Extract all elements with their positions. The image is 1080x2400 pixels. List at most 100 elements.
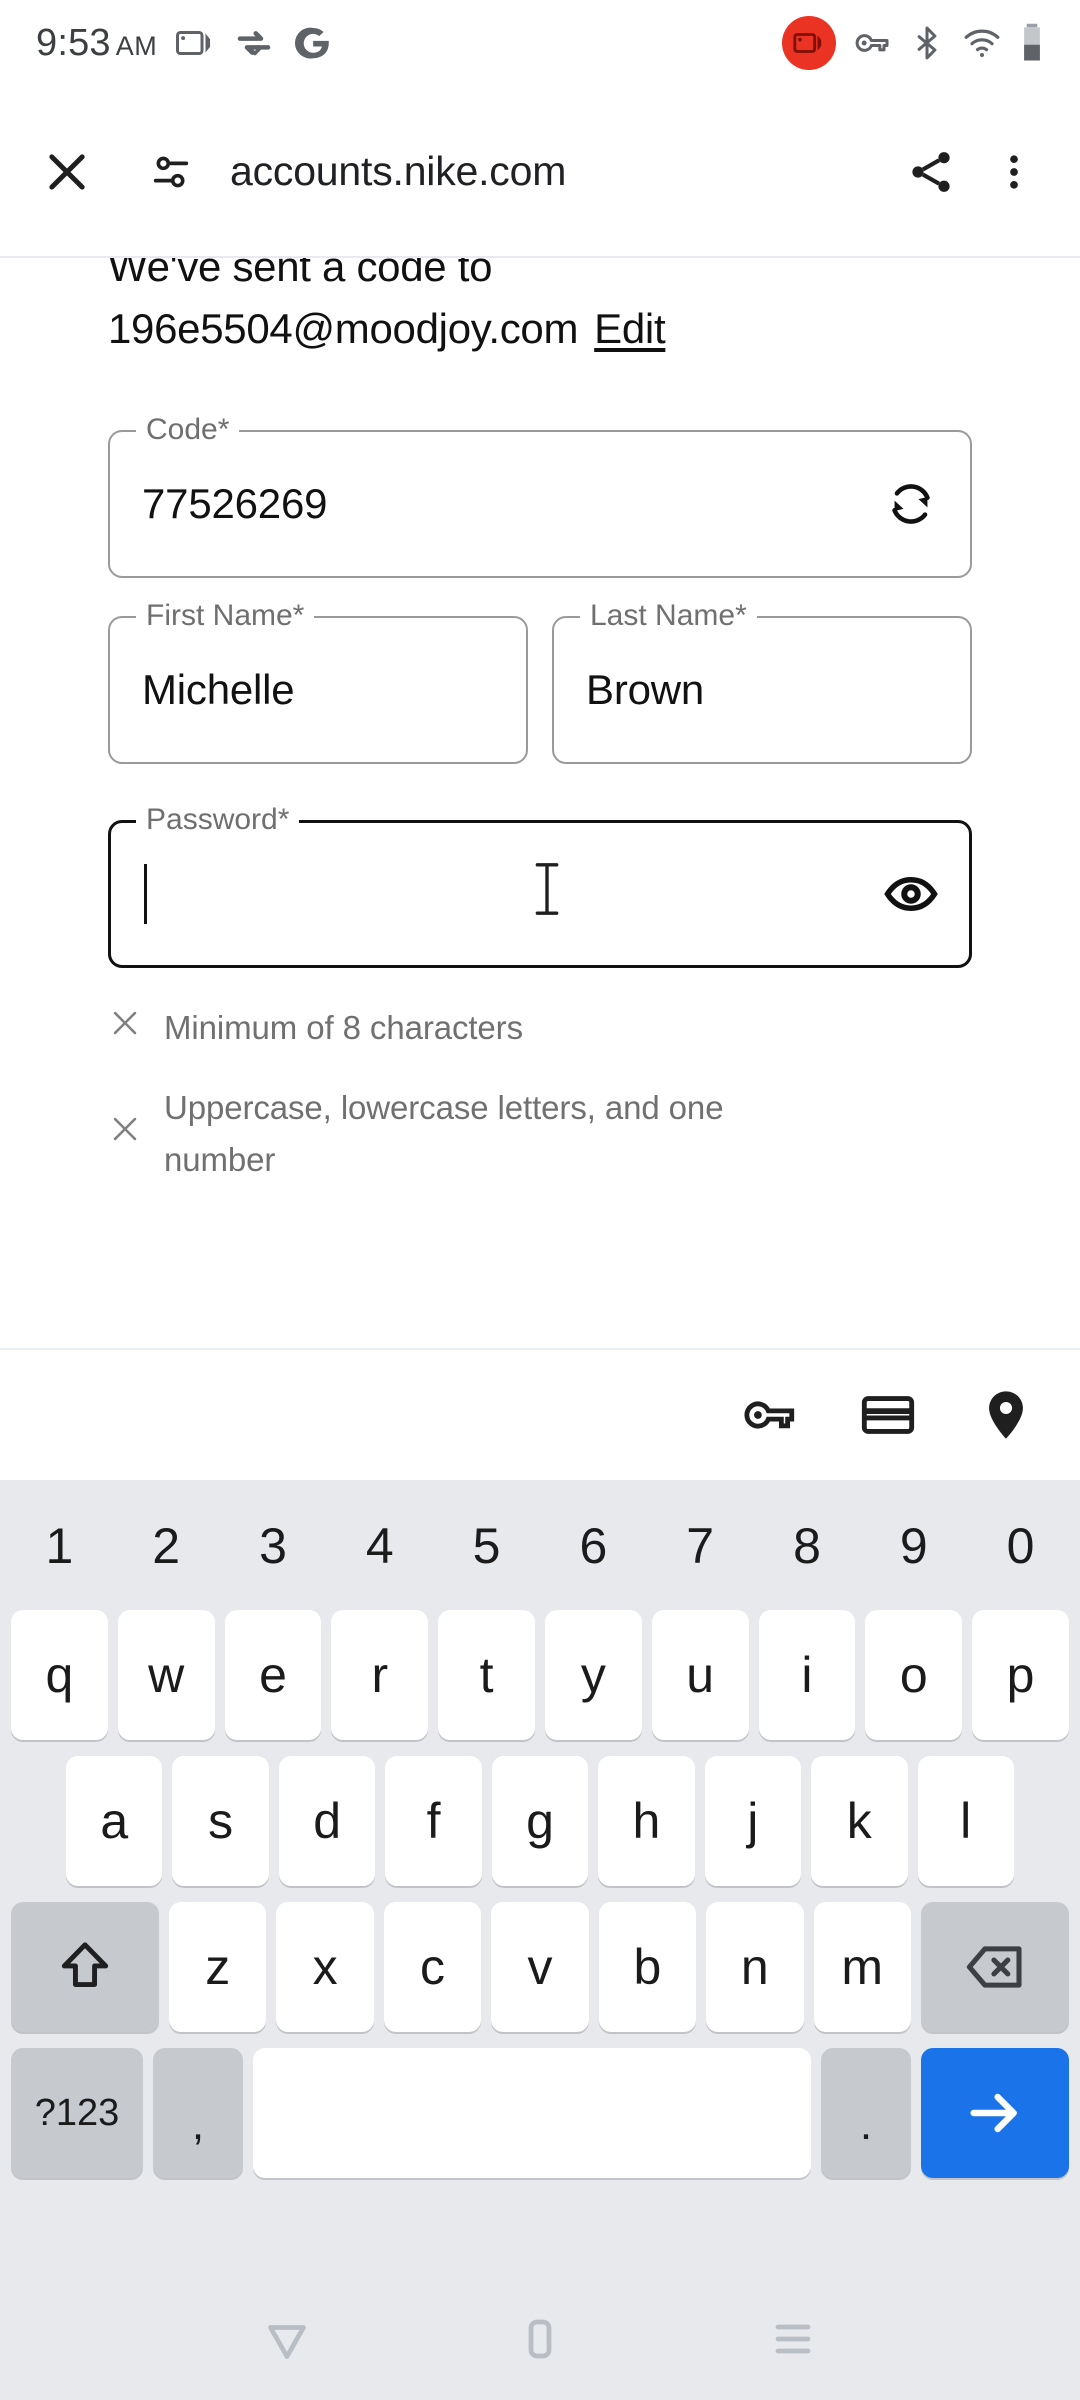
key-l[interactable]: l xyxy=(917,1756,1014,1886)
space-key[interactable] xyxy=(253,2048,811,2178)
code-field-value: 77526269 xyxy=(142,480,328,527)
key-g[interactable]: g xyxy=(491,1756,589,1886)
key-f[interactable]: f xyxy=(385,1756,482,1886)
key-h[interactable]: h xyxy=(598,1756,695,1886)
site-settings-icon[interactable] xyxy=(138,135,204,209)
sync-check-icon xyxy=(237,31,271,56)
key-a[interactable]: a xyxy=(66,1756,163,1886)
key-j[interactable]: j xyxy=(704,1756,802,1886)
key-t[interactable]: t xyxy=(438,1610,535,1740)
location-pin-icon[interactable] xyxy=(974,1383,1038,1447)
key-p[interactable]: p xyxy=(972,1610,1069,1740)
recents-icon[interactable] xyxy=(758,2304,828,2374)
code-sent-line-2: 196e5504@moodjoy.com Edit xyxy=(108,298,972,360)
vpn-key-icon xyxy=(855,34,889,52)
recipient-email: 196e5504@moodjoy.com xyxy=(108,305,579,352)
share-icon[interactable] xyxy=(894,135,968,209)
key-e[interactable]: e xyxy=(224,1610,322,1740)
key-n[interactable]: n xyxy=(706,1902,804,2032)
keyboard-bottom-row: ?123 , . xyxy=(6,2040,1074,2186)
close-x-icon xyxy=(113,1011,137,1035)
password-requirements: Minimum of 8 characters Uppercase, lower… xyxy=(108,1002,972,1186)
keyboard-suggestion-bar xyxy=(0,1348,1080,1480)
screen-cast-icon xyxy=(176,31,211,55)
key-9[interactable]: 9 xyxy=(860,1517,967,1575)
password-requirement-text: Minimum of 8 characters xyxy=(164,1009,523,1046)
key-1[interactable]: 1 xyxy=(6,1517,113,1575)
key-c[interactable]: c xyxy=(383,1902,482,2032)
eye-icon[interactable] xyxy=(880,863,942,925)
key-m[interactable]: m xyxy=(813,1902,911,2032)
password-field[interactable]: Password* xyxy=(108,801,972,968)
key-i[interactable]: i xyxy=(758,1610,856,1740)
key-o[interactable]: o xyxy=(865,1610,963,1740)
key-6[interactable]: 6 xyxy=(540,1517,647,1575)
password-requirement-item: Minimum of 8 characters xyxy=(108,1002,972,1054)
key-5[interactable]: 5 xyxy=(433,1517,540,1575)
first-name-field[interactable]: First Name* Michelle xyxy=(108,597,528,764)
url-text[interactable]: accounts.nike.com xyxy=(230,148,884,195)
code-field[interactable]: Code* 77526269 xyxy=(108,411,972,578)
status-bar-right xyxy=(782,16,1046,70)
edit-email-link[interactable]: Edit xyxy=(594,298,665,360)
status-bar-clock: 9:53 AM xyxy=(36,22,157,65)
key-s[interactable]: s xyxy=(172,1756,269,1886)
code-field-label: Code* xyxy=(136,411,240,449)
shift-icon[interactable] xyxy=(11,1902,159,2032)
name-fields-row: First Name* Michelle Last Name* Brown xyxy=(108,597,972,764)
key-y[interactable]: y xyxy=(544,1610,642,1740)
key-7[interactable]: 7 xyxy=(647,1517,754,1575)
keyboard-row-zxcv: z x c v b n m xyxy=(6,1894,1074,2040)
keyboard-number-row: 1 2 3 4 5 6 7 8 9 0 xyxy=(6,1490,1074,1602)
phone-screen: 9:53 AM accounts.nike.com We've sent a c… xyxy=(0,0,1080,2400)
key-r[interactable]: r xyxy=(331,1610,429,1740)
system-navigation-bar xyxy=(0,2278,1080,2400)
browser-toolbar: accounts.nike.com xyxy=(0,86,1080,257)
key-k[interactable]: k xyxy=(811,1756,908,1886)
screen-recording-badge-icon xyxy=(782,16,836,70)
battery-icon xyxy=(1024,23,1040,61)
key-0[interactable]: 0 xyxy=(967,1517,1074,1575)
clock-time: 9:53 xyxy=(36,21,111,64)
last-name-field[interactable]: Last Name* Brown xyxy=(552,597,972,764)
password-requirement-item: Uppercase, lowercase letters, and one nu… xyxy=(108,1082,972,1186)
google-g-icon xyxy=(295,27,330,59)
key-q[interactable]: q xyxy=(11,1610,108,1740)
keyboard-row-qwerty: q w e r t y u i o p xyxy=(6,1602,1074,1748)
key-d[interactable]: d xyxy=(278,1756,376,1886)
key-3[interactable]: 3 xyxy=(220,1517,327,1575)
text-caret xyxy=(144,864,147,924)
home-icon[interactable] xyxy=(505,2304,575,2374)
backspace-icon[interactable] xyxy=(920,1902,1069,2032)
credit-card-icon[interactable] xyxy=(856,1383,920,1447)
signup-form: We've sent a code to 196e5504@moodjoy.co… xyxy=(0,258,1080,1214)
web-page-content: We've sent a code to 196e5504@moodjoy.co… xyxy=(0,258,1080,1348)
key-4[interactable]: 4 xyxy=(326,1517,433,1575)
first-name-value: Michelle xyxy=(142,666,295,713)
comma-key[interactable]: , xyxy=(153,2048,243,2178)
back-icon[interactable] xyxy=(252,2304,322,2374)
key-w[interactable]: w xyxy=(117,1610,215,1740)
symbols-key[interactable]: ?123 xyxy=(11,2048,143,2178)
close-icon[interactable] xyxy=(30,135,104,209)
key-2[interactable]: 2 xyxy=(113,1517,220,1575)
key-x[interactable]: x xyxy=(276,1902,374,2032)
refresh-icon[interactable] xyxy=(880,473,942,535)
more-options-icon[interactable] xyxy=(982,135,1046,209)
last-name-label: Last Name* xyxy=(580,597,757,635)
keyboard-row-asdf: a s d f g h j k l xyxy=(6,1748,1074,1894)
key-u[interactable]: u xyxy=(651,1610,749,1740)
key-8[interactable]: 8 xyxy=(754,1517,861,1575)
key-v[interactable]: v xyxy=(491,1902,589,2032)
vpn-key-icon[interactable] xyxy=(738,1383,802,1447)
code-sent-line-1: We've sent a code to xyxy=(108,258,493,290)
wifi-icon xyxy=(964,29,1000,57)
first-name-label: First Name* xyxy=(136,597,315,635)
mouse-ibeam-cursor xyxy=(535,863,559,915)
enter-arrow-right-icon[interactable] xyxy=(921,2048,1069,2178)
key-b[interactable]: b xyxy=(598,1902,697,2032)
period-key[interactable]: . xyxy=(821,2048,911,2178)
key-z[interactable]: z xyxy=(169,1902,267,2032)
last-name-value: Brown xyxy=(586,666,705,713)
on-screen-keyboard: 1 2 3 4 5 6 7 8 9 0 q w e r t y u i o p … xyxy=(0,1480,1080,2278)
